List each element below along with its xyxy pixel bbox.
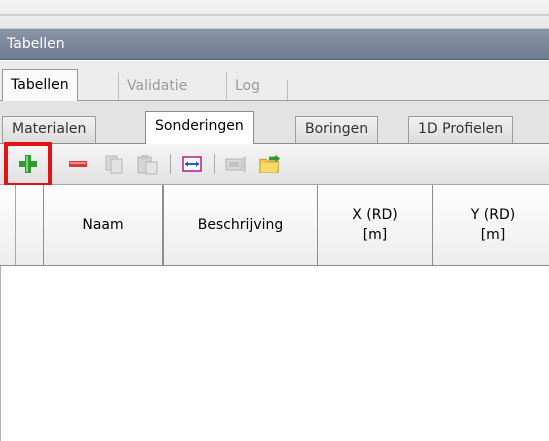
window-top-strip [0,0,549,29]
property-icon[interactable] [224,152,248,176]
toolbar-separator [214,154,215,174]
tab-label: Sonderingen [155,118,244,134]
toolbar-separator [170,154,171,174]
tab-divider [287,80,288,100]
column-selector[interactable] [16,185,44,265]
tab-label: Tabellen [11,77,69,93]
tab-label: Materialen [12,121,87,137]
tab-log[interactable]: Log [226,72,269,100]
column-header-naam[interactable]: Naam [44,185,164,265]
paste-icon[interactable] [136,152,160,176]
panel-title-bar: Tabellen [0,29,549,60]
tab-label: Validatie [127,78,188,94]
column-header-beschrijving[interactable]: Beschrijving [164,185,318,265]
tab-label: Log [235,78,261,94]
tab-tabellen[interactable]: Tabellen [2,69,78,101]
tab-label: 1D Profielen [418,121,504,137]
inner-tab-strip: Materialen Sonderingen Boringen 1D Profi… [0,101,549,144]
column-header-y-rd[interactable]: Y (RD) [m] [433,185,549,265]
tab-materialen[interactable]: Materialen [2,116,97,143]
panel-title: Tabellen [7,36,65,52]
add-icon[interactable] [16,152,40,176]
outer-tab-strip: Tabellen Validatie Log [0,61,549,101]
remove-icon[interactable] [66,152,90,176]
import-folder-icon[interactable] [258,152,282,176]
tab-boringen[interactable]: Boringen [295,116,379,143]
tab-1d-profielen[interactable]: 1D Profielen [408,116,514,143]
table-body[interactable] [0,266,549,441]
range-icon[interactable] [180,152,204,176]
tab-label: Boringen [305,121,369,137]
tab-validatie[interactable]: Validatie [118,72,196,100]
table-header: Naam Beschrijving X (RD) [m] Y (RD) [m] [0,185,549,266]
column-header-x-rd[interactable]: X (RD) [m] [318,185,433,265]
copy-icon[interactable] [102,152,126,176]
row-header-column [0,185,16,265]
tab-sonderingen[interactable]: Sonderingen [145,111,254,144]
toolbar [0,144,549,185]
